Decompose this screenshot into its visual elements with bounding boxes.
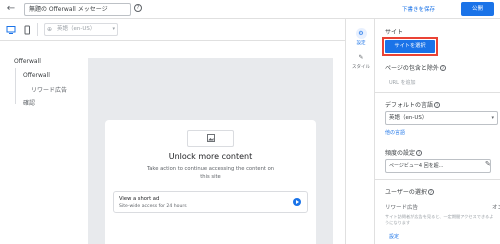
- frequency-heading-text: 頻度の設定: [385, 150, 416, 157]
- top-bar: ← 無題の Offerwall メッセージ ? 下書きを保存 公開: [0, 0, 500, 19]
- help-circle-icon[interactable]: ?: [416, 149, 423, 156]
- device-toolbar: ⊕ 英語（en-US） ▾: [0, 19, 345, 41]
- help-circle-icon[interactable]: ?: [434, 101, 441, 108]
- default-language-heading-text: デフォルトの言語: [385, 102, 434, 109]
- settings-panel: サイト サイトを選択 ページの包含と除外? URL を追加 デフォルトの言語? …: [375, 19, 500, 244]
- help-circle-icon[interactable]: ?: [439, 64, 446, 71]
- rewarded-ads-state[interactable]: オン: [492, 203, 500, 211]
- url-add-field[interactable]: URL を追加: [389, 79, 416, 86]
- frequency-field[interactable]: ページビュー4 回を超...: [385, 159, 491, 173]
- tab-style-label: スタイル: [352, 65, 370, 70]
- page-include-heading: ページの包含と除外?: [385, 63, 446, 72]
- rewarded-ads-settings-link[interactable]: 設定: [389, 233, 399, 240]
- tree-connector: [15, 68, 16, 104]
- rewarded-ads-description: サイト訪問者が広告を見ると、一定期間アクセスできるようになります: [385, 214, 494, 225]
- choice-title: View a short ad: [119, 196, 160, 202]
- panel-divider: [375, 179, 500, 180]
- default-language-heading: デフォルトの言語?: [385, 100, 441, 109]
- tab-settings[interactable]: ⚙ 設定: [350, 28, 372, 46]
- preview-language-select[interactable]: ⊕ 英語（en-US） ▾: [44, 23, 118, 36]
- pencil-icon[interactable]: ✎: [485, 160, 491, 168]
- palette-icon: ✎: [358, 54, 364, 61]
- gear-icon: ⚙: [355, 28, 367, 39]
- page-include-heading-text: ページの包含と除外: [385, 65, 439, 72]
- tree-root[interactable]: Offerwall: [14, 58, 41, 65]
- choice-subtitle: Site-wide access for 24 hours: [119, 204, 187, 209]
- offerwall-card: Unlock more content Take action to conti…: [105, 120, 316, 244]
- tree-item-confirm[interactable]: 確認: [23, 98, 35, 107]
- panel-divider: [375, 92, 500, 93]
- tree-item-rewarded-ads[interactable]: リワード広告: [31, 85, 67, 94]
- mobile-icon[interactable]: [22, 25, 32, 35]
- tab-settings-label: 設定: [356, 41, 366, 46]
- globe-icon: ⊕: [47, 26, 53, 33]
- site-heading: サイト: [385, 29, 404, 36]
- tree-item-offerwall[interactable]: Offerwall: [23, 72, 50, 79]
- message-title-input[interactable]: 無題の Offerwall メッセージ: [24, 3, 131, 16]
- preview-language-value: 英語（en-US）: [57, 26, 96, 32]
- message-preview: Unlock more content Take action to conti…: [88, 58, 333, 244]
- default-language-select[interactable]: 英語（en-US） ▾: [385, 111, 498, 125]
- chevron-down-icon: ▾: [112, 26, 115, 32]
- user-choice-heading: ユーザーの選択?: [385, 187, 434, 196]
- select-site-button[interactable]: サイトを選択: [385, 40, 435, 53]
- offerwall-description[interactable]: Take action to continue accessing the co…: [145, 165, 276, 181]
- offerwall-title[interactable]: Unlock more content: [105, 152, 316, 161]
- desktop-icon[interactable]: [6, 25, 16, 35]
- save-draft-button[interactable]: 下書きを保存: [402, 5, 435, 13]
- toolbar-divider: [37, 23, 38, 36]
- publish-button[interactable]: 公開: [461, 2, 494, 16]
- image-icon: [207, 134, 215, 144]
- panel-tab-rail: ⚙ 設定 ✎ スタイル: [345, 19, 375, 244]
- other-languages-link[interactable]: 他の言語: [385, 129, 405, 136]
- rewarded-ads-label: リワード広告: [385, 205, 419, 211]
- help-circle-icon[interactable]: ?: [134, 4, 142, 12]
- arrow-right-circle-icon: [293, 198, 301, 206]
- default-language-value: 英語（en-US）: [389, 115, 428, 121]
- message-structure-tree: Offerwall Offerwall リワード広告 確認: [0, 41, 88, 244]
- tab-style[interactable]: ✎ スタイル: [350, 52, 372, 70]
- image-placeholder[interactable]: [187, 130, 234, 147]
- chevron-down-icon: ▾: [491, 115, 494, 121]
- frequency-heading: 頻度の設定?: [385, 148, 423, 157]
- arrow-left-icon[interactable]: ←: [5, 3, 17, 15]
- help-circle-icon[interactable]: ?: [427, 188, 434, 195]
- choice-view-ad[interactable]: View a short ad Site-wide access for 24 …: [113, 191, 308, 213]
- user-choice-heading-text: ユーザーの選択: [385, 189, 427, 196]
